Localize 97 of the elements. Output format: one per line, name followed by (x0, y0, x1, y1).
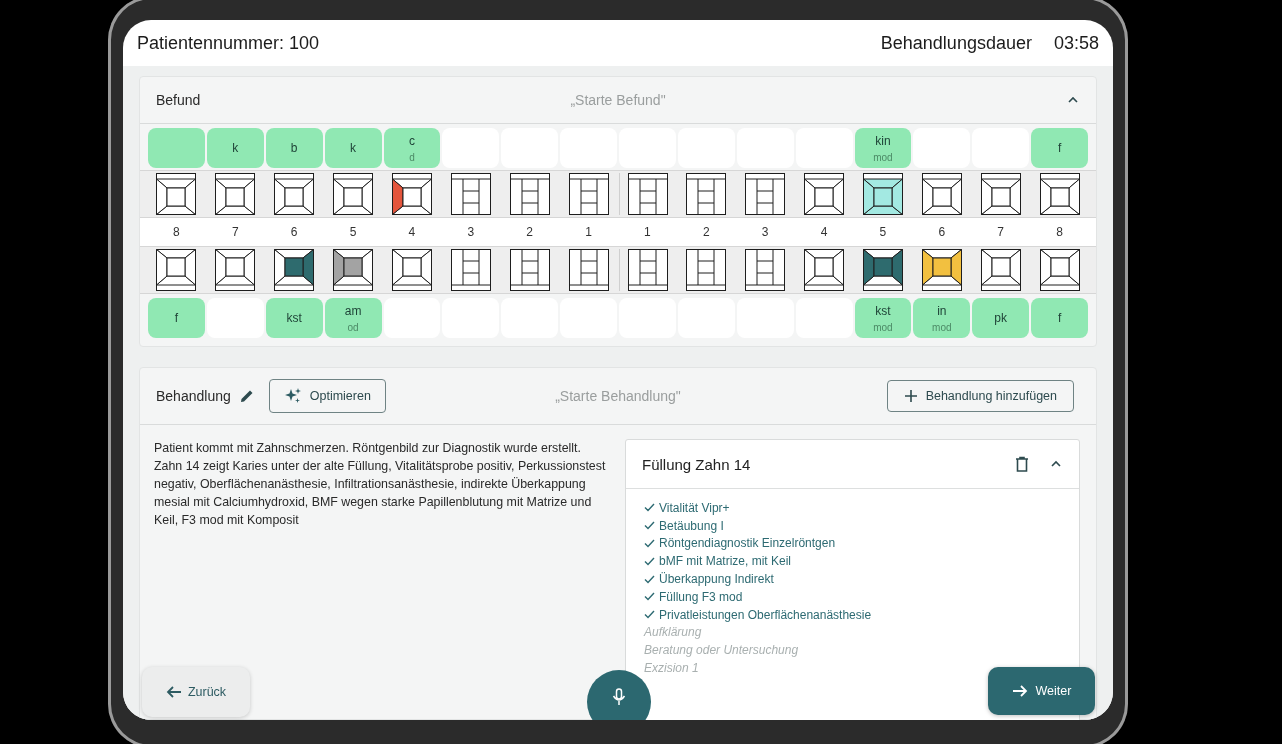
tooth-number: 1 (643, 225, 652, 239)
check-icon (644, 539, 655, 548)
treatment-step: Füllung F3 mod (659, 589, 743, 604)
tooth-icon[interactable] (333, 173, 374, 215)
tooth-icon[interactable] (627, 249, 668, 291)
plus-icon (903, 389, 918, 403)
treatment-step: bMF mit Matrize, mit Keil (659, 554, 791, 569)
treatment-step: Privatleistungen Oberflächenanästhesie (659, 607, 872, 622)
tooth-icon[interactable] (215, 173, 256, 215)
add-treatment-button[interactable]: Behandlung hinzufügen (886, 380, 1074, 412)
treatment-step: Überkappung Indirekt (659, 572, 774, 587)
treatment-step: Beratung oder Untersuchung (644, 643, 799, 658)
tooth-icon[interactable] (215, 249, 256, 291)
tooth-icon[interactable] (568, 173, 609, 215)
check-icon (644, 556, 655, 566)
next-button[interactable]: Weiter (988, 667, 1095, 715)
microphone-icon (612, 688, 626, 706)
tooth-icon[interactable] (980, 249, 1021, 291)
tooth-number: 3 (466, 225, 476, 239)
finding-label[interactable]: kst mod (854, 298, 912, 338)
tooth-icon[interactable] (333, 249, 374, 291)
finding-label[interactable]: f (1031, 298, 1088, 338)
tooth-icon[interactable] (1039, 249, 1080, 291)
tooth-icon[interactable] (862, 249, 903, 291)
tooth-icon[interactable] (509, 173, 550, 215)
voice-prompt: „Starte Behandlung" (555, 388, 681, 404)
finding-label[interactable]: k (324, 128, 382, 168)
tooth-number: 7 (230, 225, 240, 239)
finding-label[interactable]: c d (383, 128, 441, 168)
tooth-icon[interactable] (568, 249, 609, 291)
finding-label[interactable]: kst (265, 298, 323, 338)
treatment-step: Röntgendiagnostik Einzelröntgen (659, 536, 836, 551)
tooth-icon[interactable] (156, 249, 197, 291)
finding-label[interactable]: b (265, 128, 323, 168)
voice-prompt: „Starte Befund" (570, 92, 666, 108)
tooth-icon[interactable] (745, 249, 786, 291)
tooth-number: 5 (348, 225, 358, 239)
arrow-left-icon (165, 685, 182, 699)
finding-label[interactable]: f (1031, 128, 1088, 168)
treatment-step: Vitalität Vipr+ (659, 500, 730, 515)
tooth-icon[interactable] (804, 249, 845, 291)
tooth-number: 2 (525, 225, 535, 239)
patient-number: Patientennummer: 100 (137, 32, 320, 54)
tooth-icon[interactable] (391, 249, 432, 291)
tooth-icon[interactable] (627, 173, 668, 215)
tooth-icon[interactable] (450, 173, 491, 215)
tooth-icon[interactable] (862, 173, 903, 215)
tooth-number: 3 (760, 225, 770, 239)
trash-icon[interactable] (1015, 456, 1029, 472)
pencil-icon[interactable] (238, 388, 255, 404)
tooth-icon[interactable] (921, 249, 962, 291)
check-icon (644, 574, 655, 584)
finding-label[interactable]: kin mod (854, 128, 912, 168)
back-button[interactable]: Zurück (142, 667, 250, 717)
tooth-icon[interactable] (804, 173, 845, 215)
duration-time: 03:58 (1053, 32, 1099, 54)
finding-label[interactable]: am od (324, 298, 382, 338)
arrow-right-icon (1011, 684, 1028, 698)
tooth-icon[interactable] (274, 173, 315, 215)
check-icon (644, 610, 655, 620)
check-icon (644, 503, 655, 513)
tooth-icon[interactable] (686, 173, 727, 215)
tooth-icon[interactable] (1039, 173, 1080, 215)
tooth-number: 6 (937, 225, 947, 239)
treatment-notes: Patient kommt mit Zahnschmerzen. Röntgenbild zur Diagnostik wurde erstellt. Zahn 14 zeigt Karies unter der alte Füllung, Vitalitätsprobe positiv, Perkussionstest negativ, Oberflächenanästhesie, Infiltrationsanästhesie, indirekte Überkappung mesial mit Calciumhydroxid, BMF wegen starke Papillenblutung mit Matrize und Keil, F3 mod mit Komposit (154, 440, 607, 529)
optimize-button[interactable]: Optimieren (268, 379, 386, 413)
tooth-number: 2 (701, 225, 711, 239)
tooth-number: 4 (819, 225, 829, 239)
panel-title: Füllung Zahn 14 (642, 455, 751, 473)
tooth-number: 4 (407, 225, 417, 239)
tooth-icon[interactable] (745, 173, 786, 215)
tooth-number: 5 (878, 225, 888, 239)
duration-label: Behandlungsdauer (880, 32, 1032, 54)
tooth-icon[interactable] (156, 173, 197, 215)
tooth-icon[interactable] (921, 173, 962, 215)
finding-label[interactable]: f (148, 298, 205, 338)
tooth-number: 7 (996, 225, 1006, 239)
card-title: Behandlung (156, 388, 231, 404)
tooth-icon[interactable] (509, 249, 550, 291)
tooth-icon[interactable] (980, 173, 1021, 215)
tooth-icon[interactable] (391, 173, 432, 215)
tooth-number: 8 (1055, 225, 1064, 239)
tooth-number: 8 (172, 225, 181, 239)
tooth-icon[interactable] (686, 249, 727, 291)
tooth-number: 1 (584, 225, 593, 239)
tooth-icon[interactable] (450, 249, 491, 291)
finding-label[interactable]: in mod (913, 298, 971, 338)
check-icon (644, 592, 655, 602)
finding-label[interactable]: pk (972, 298, 1030, 338)
treatment-step: Exzision 1 (644, 661, 699, 676)
card-title: Befund (156, 92, 201, 108)
check-icon (644, 521, 655, 531)
treatment-step: Aufklärung (644, 625, 702, 640)
tooth-number: 6 (289, 225, 299, 239)
treatment-step: Betäubung I (659, 518, 724, 533)
tooth-icon[interactable] (274, 249, 315, 291)
finding-label[interactable]: k (206, 128, 264, 168)
